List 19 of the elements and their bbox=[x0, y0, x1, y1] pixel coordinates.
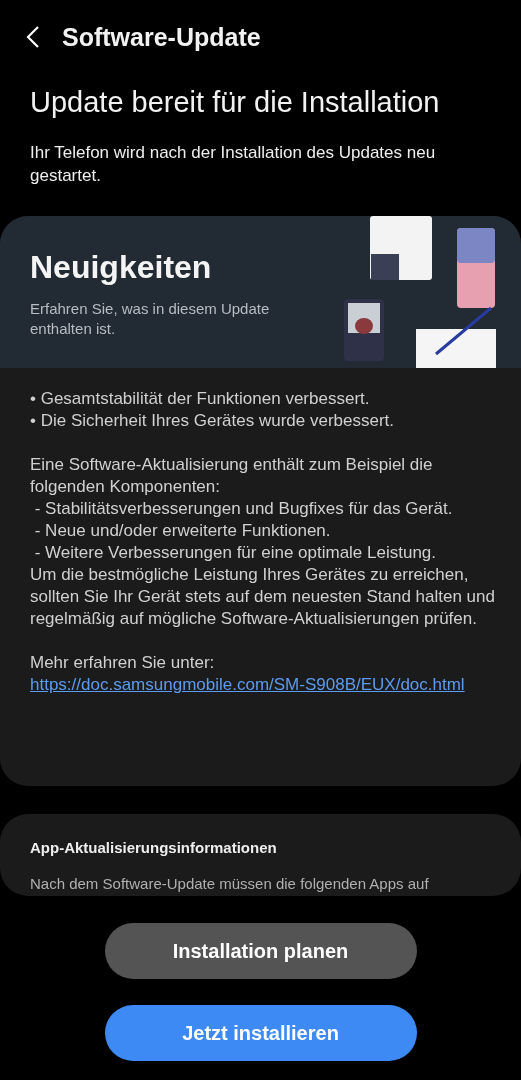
subtitle: Ihr Telefon wird nach der Installation des Updates neu gestartet. bbox=[30, 142, 437, 187]
intro-text: Eine Software-Aktualisierung enthält zum Beispiel die folgenden Komponenten: bbox=[30, 454, 434, 498]
headline: Update bereit für die Installation bbox=[30, 86, 441, 119]
app-info-title: App-Aktualisierungsinformationen bbox=[30, 839, 278, 856]
banner-title: Neuigkeiten bbox=[30, 249, 212, 286]
more-info-label: Mehr erfahren Sie unter: bbox=[30, 652, 216, 674]
bullet-text: • Die Sicherheit Ihres Gerätes wurde verbessert. bbox=[30, 410, 396, 432]
install-button[interactable]: Jetzt installieren bbox=[104, 1005, 417, 1061]
doc-link[interactable]: https://doc.samsungmobile.com/SM-S908B/EUX/doc.html bbox=[30, 674, 500, 696]
component-text: - Neue und/oder erweiterte Funktionen. bbox=[33, 520, 332, 542]
app-info-text: Nach dem Software-Update müssen die folgenden Apps auf bbox=[30, 875, 430, 892]
component-text: - Stabilitätsverbesserungen und Bugfixes für das Gerät. bbox=[33, 498, 454, 520]
component-text: - Weitere Verbesserungen für eine optimale Leistung. bbox=[33, 542, 438, 564]
screen-title: Software-Update bbox=[62, 22, 261, 52]
schedule-button[interactable]: Installation planen bbox=[104, 923, 417, 979]
banner-subtitle: Erfahren Sie, was in diesem Update enthalten ist. bbox=[30, 299, 271, 339]
closing-text: Um die bestmögliche Leistung Ihres Gerätes zu erreichen, sollten Sie Ihr Gerät stets auf dem neuesten Stand halten und regelmäßig auf mögliche Software-Aktualisierungen prüfen. bbox=[30, 564, 496, 630]
back-icon[interactable] bbox=[26, 25, 40, 49]
bullet-text: • Gesamtstabilität der Funktionen verbessert. bbox=[30, 388, 371, 410]
